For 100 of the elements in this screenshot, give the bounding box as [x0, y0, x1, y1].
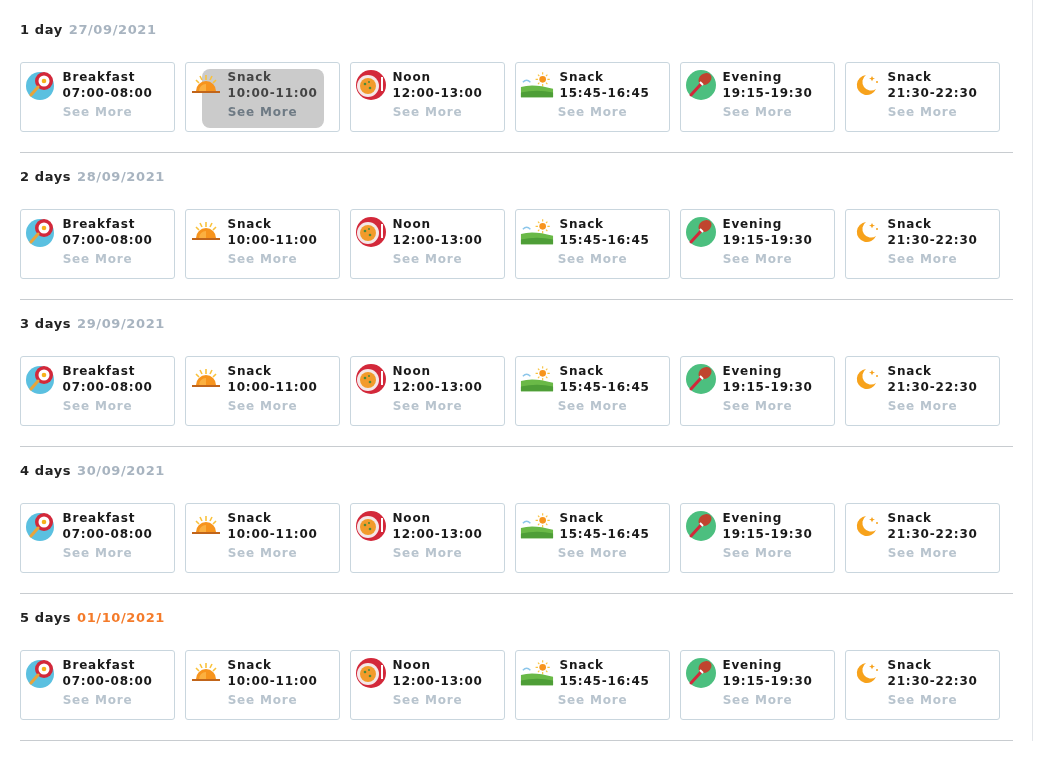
fried-egg-pan-icon: [24, 216, 57, 248]
meal-card[interactable]: Breakfast 07:00-08:00 See More: [20, 503, 175, 573]
day-label: 3 days: [20, 316, 72, 333]
fork-steak-icon: [684, 363, 717, 395]
day-date: 27/09/2021: [68, 22, 157, 39]
fork-steak-icon: [684, 657, 717, 689]
fork-steak-icon: [684, 216, 717, 248]
meal-time: 21:30-22:30: [887, 379, 978, 395]
meal-name: Snack: [227, 216, 273, 232]
meal-name: Snack: [227, 510, 273, 526]
meal-time: 12:00-13:00: [392, 85, 483, 101]
meal-time: 12:00-13:00: [392, 379, 483, 395]
sun-landscape-icon: [519, 365, 554, 393]
meal-name: Noon: [392, 69, 432, 85]
meal-card[interactable]: Snack 21:30-22:30 See More: [845, 62, 1000, 132]
meal-time: 19:15-19:30: [722, 379, 813, 395]
meal-time: 15:45-16:45: [559, 232, 650, 248]
plate-food-icon: [354, 363, 387, 395]
meal-card[interactable]: Snack 21:30-22:30 See More: [845, 503, 1000, 573]
meal-time: 15:45-16:45: [559, 526, 650, 542]
meal-name: Snack: [559, 216, 605, 232]
meal-card[interactable]: Snack 10:00-11:00 See More: [185, 209, 340, 279]
meal-time: 10:00-11:00: [227, 526, 318, 542]
fried-egg-pan-icon: [24, 510, 57, 542]
meal-card[interactable]: Snack 15:45-16:45 See More: [515, 62, 670, 132]
meal-card[interactable]: Breakfast 07:00-08:00 See More: [20, 62, 175, 132]
sun-landscape-icon: [519, 659, 554, 687]
meal-time: 21:30-22:30: [887, 526, 978, 542]
plate-food-icon: [354, 657, 387, 689]
meal-card[interactable]: Evening 19:15-19:30 See More: [680, 209, 835, 279]
meal-card[interactable]: Evening 19:15-19:30 See More: [680, 650, 835, 720]
meal-time: 12:00-13:00: [392, 232, 483, 248]
meal-time: 07:00-08:00: [62, 85, 153, 101]
meal-time: 10:00-11:00: [227, 85, 318, 101]
meal-card[interactable]: Snack 15:45-16:45 See More: [515, 503, 670, 573]
meal-card[interactable]: Snack 21:30-22:30 See More: [845, 356, 1000, 426]
meal-name: Breakfast: [62, 510, 137, 526]
meal-name: Noon: [392, 657, 432, 673]
meal-time: 12:00-13:00: [392, 673, 483, 689]
fork-steak-icon: [684, 510, 717, 542]
meal-card[interactable]: Snack 10:00-11:00 See More: [185, 503, 340, 573]
fried-egg-pan-icon: [24, 69, 57, 101]
meal-name: Breakfast: [62, 657, 137, 673]
meal-card[interactable]: Snack 10:00-11:00 See More: [185, 62, 340, 132]
meal-card[interactable]: Noon 12:00-13:00 See More: [350, 650, 505, 720]
meal-card[interactable]: Noon 12:00-13:00 See More: [350, 62, 505, 132]
meal-card[interactable]: Evening 19:15-19:30 See More: [680, 503, 835, 573]
meal-name: Breakfast: [62, 216, 137, 232]
meal-time: 12:00-13:00: [392, 526, 483, 542]
meal-name: Snack: [559, 69, 605, 85]
day-label: 1 day: [20, 22, 63, 39]
sun-landscape-icon: [519, 218, 554, 246]
day-date: 01/10/2021: [77, 610, 165, 627]
day-date: 29/09/2021: [77, 316, 165, 333]
meal-time: 21:30-22:30: [887, 673, 978, 689]
meal-card[interactable]: Snack 21:30-22:30 See More: [845, 650, 1000, 720]
meal-card[interactable]: Snack 10:00-11:00 See More: [185, 650, 340, 720]
meal-name: Snack: [887, 510, 933, 526]
meal-name: Snack: [559, 657, 605, 673]
meal-card[interactable]: Breakfast 07:00-08:00 See More: [20, 356, 175, 426]
meal-name: Evening: [722, 363, 784, 379]
meal-time: 19:15-19:30: [722, 232, 813, 248]
day-label: 4 days: [20, 463, 72, 480]
meal-card[interactable]: Breakfast 07:00-08:00 See More: [20, 650, 175, 720]
day-date: 28/09/2021: [77, 169, 165, 186]
meal-card[interactable]: Snack 15:45-16:45 See More: [515, 209, 670, 279]
meal-card[interactable]: Snack 15:45-16:45 See More: [515, 650, 670, 720]
meal-time: 07:00-08:00: [62, 379, 153, 395]
meal-time: 15:45-16:45: [559, 379, 650, 395]
meal-name: Snack: [227, 363, 273, 379]
meal-time: 10:00-11:00: [227, 379, 318, 395]
meal-card[interactable]: Noon 12:00-13:00 See More: [350, 503, 505, 573]
meal-card[interactable]: Evening 19:15-19:30 See More: [680, 356, 835, 426]
meal-time: 07:00-08:00: [62, 526, 153, 542]
meal-name: Evening: [722, 510, 784, 526]
meal-name: Noon: [392, 510, 432, 526]
meal-name: Snack: [887, 363, 933, 379]
meal-time: 19:15-19:30: [722, 526, 813, 542]
meal-name: Snack: [559, 363, 605, 379]
meal-card[interactable]: Snack 15:45-16:45 See More: [515, 356, 670, 426]
sun-landscape-icon: [519, 71, 554, 99]
meal-name: Evening: [722, 657, 784, 673]
meal-name: Noon: [392, 216, 432, 232]
meal-card[interactable]: Evening 19:15-19:30 See More: [680, 62, 835, 132]
meal-time: 19:15-19:30: [722, 85, 813, 101]
meal-name: Snack: [227, 69, 273, 85]
day-date: 30/09/2021: [77, 463, 165, 480]
meal-card[interactable]: Breakfast 07:00-08:00 See More: [20, 209, 175, 279]
meal-card[interactable]: Snack 10:00-11:00 See More: [185, 356, 340, 426]
meal-card[interactable]: Snack 21:30-22:30 See More: [845, 209, 1000, 279]
fried-egg-pan-icon: [24, 657, 57, 689]
meal-time: 21:30-22:30: [887, 232, 978, 248]
plate-food-icon: [354, 510, 387, 542]
meal-card[interactable]: Noon 12:00-13:00 See More: [350, 209, 505, 279]
meal-time: 15:45-16:45: [559, 673, 650, 689]
fork-steak-icon: [684, 69, 717, 101]
plate-food-icon: [354, 216, 387, 248]
meal-name: Snack: [887, 216, 933, 232]
meal-card[interactable]: Noon 12:00-13:00 See More: [350, 356, 505, 426]
meal-name: Snack: [887, 69, 933, 85]
